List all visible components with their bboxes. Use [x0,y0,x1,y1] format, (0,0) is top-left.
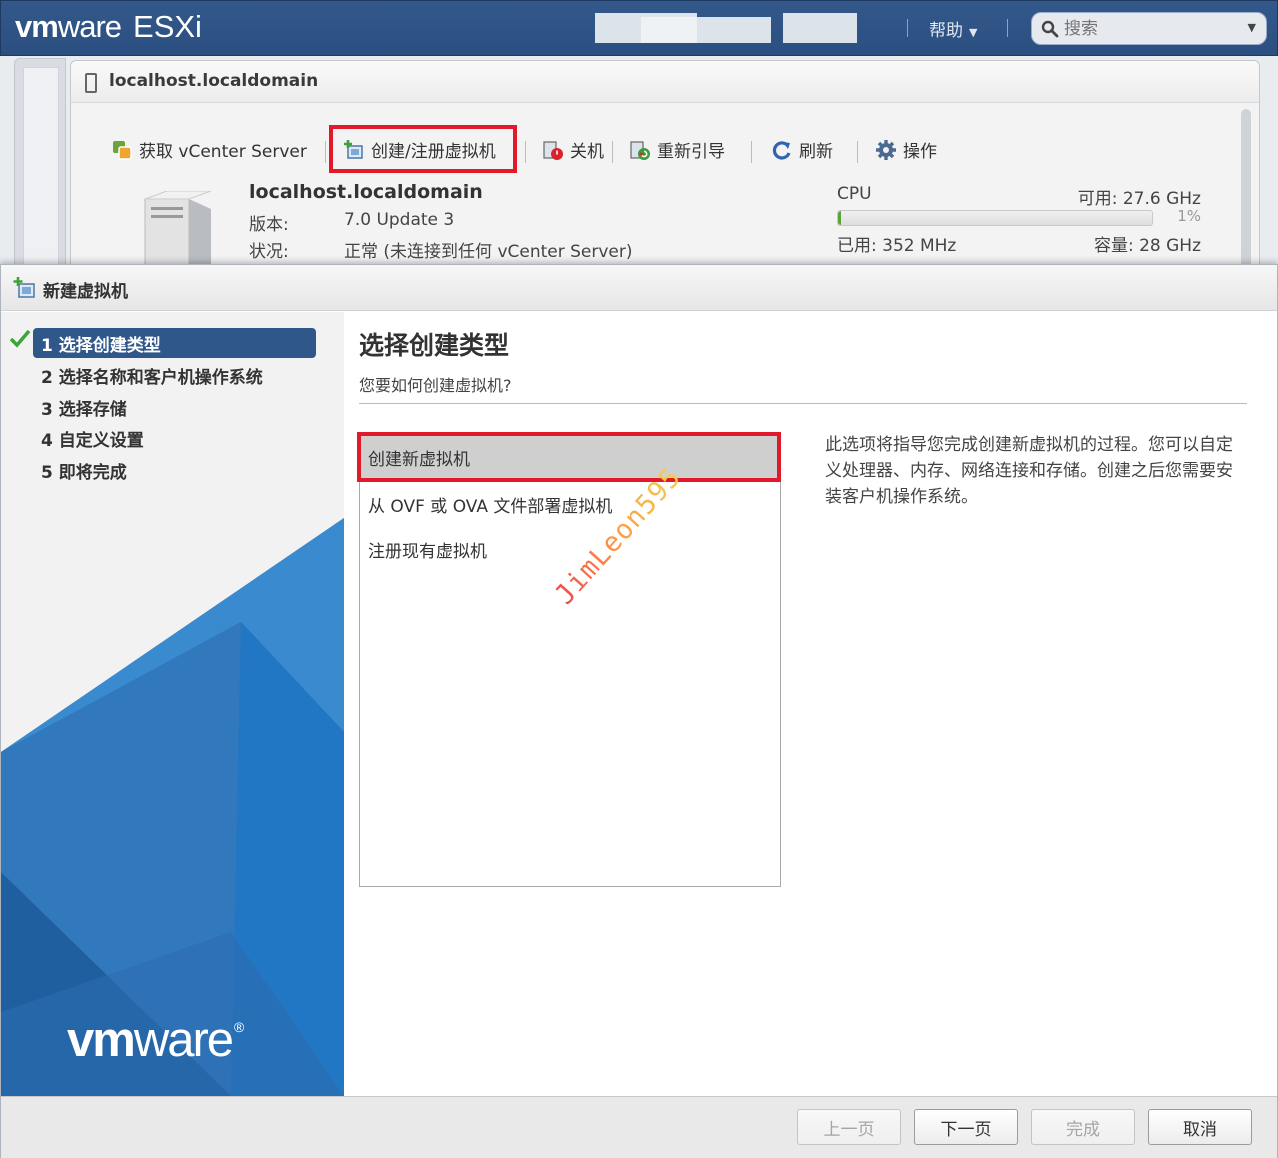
logo-ware-text: ware [57,9,122,44]
step-select-name-os[interactable]: 2 选择名称和客户机操作系统 [41,363,263,388]
logo-vm-text: vm [15,9,59,44]
dialog-footer: 上一页 下一页 完成 取消 [1,1096,1277,1158]
option-deploy-ovf-ova[interactable]: 从 OVF 或 OVA 文件部署虚拟机 [360,481,780,525]
get-vcenter-button[interactable]: 获取 vCenter Server [111,137,307,162]
refresh-icon [772,141,791,160]
top-header: vmware ESXi 帮助 ▼ ▼ [0,0,1278,56]
step-select-creation-type[interactable]: 1 选择创建类型 [33,328,316,358]
help-menu[interactable]: 帮助 ▼ [929,16,977,41]
toolbar-divider [612,141,613,163]
reboot-button[interactable]: 重新引导 [629,137,725,162]
option-description: 此选项将指导您完成创建新虚拟机的过程。您可以自定义处理器、内存、网络连接和存储。… [825,435,1233,507]
chevron-down-icon: ▼ [969,26,978,39]
toolbar-divider [325,141,326,163]
logo-vm-text: vm [67,1013,136,1067]
cpu-label: CPU [837,184,872,204]
toolbar-divider [751,141,752,163]
gear-icon [876,140,896,160]
host-scrollbar[interactable] [1241,109,1251,269]
vmware-esxi-logo: vmware ESXi [15,9,202,45]
cpu-usage-bar [837,210,1153,226]
header-divider [907,19,908,37]
checkmark-icon [9,329,31,348]
cpu-usage-fill [838,211,842,225]
actions-label: 操作 [903,142,937,162]
dialog-title: 新建虚拟机 [43,282,128,302]
search-icon [1041,20,1059,38]
state-value: 正常 (未连接到任何 vCenter Server) [344,242,633,262]
logo-ware-text: ware [133,1013,234,1067]
step-customize-settings[interactable]: 4 自定义设置 [41,426,144,451]
vcenter-label: 获取 vCenter Server [139,142,307,162]
user-info-blurred [783,13,857,43]
shutdown-label: 关机 [570,142,604,162]
version-value: 7.0 Update 3 [344,210,455,230]
host-title: localhost.localdomain [109,71,319,91]
option-register-existing-vm[interactable]: 注册现有虚拟机 [360,526,780,570]
step-ready-to-complete[interactable]: 5 即将完成 [41,458,127,483]
vcenter-icon [113,141,132,160]
help-label: 帮助 [929,21,963,41]
host-toolbar: 获取 vCenter Server 创建/注册虚拟机 关机 重新引导 刷新 操作 [71,125,1259,173]
vmware-logo: vmware ® [67,1012,244,1068]
logo-product-text: ESXi [133,9,202,44]
new-vm-dialog: 新建虚拟机 1 选择创建类型 2 选择名称和客户机操作系统 3 选择存储 4 自… [0,264,1278,1158]
toolbar-divider [857,141,858,163]
cpu-capacity: 容量: 28 GHz [1093,236,1201,256]
actions-button[interactable]: 操作 [875,137,937,162]
host-name: localhost.localdomain [249,181,483,203]
refresh-label: 刷新 [799,142,833,162]
content-subtitle: 您要如何创建虚拟机? [359,376,512,395]
state-label: 状况: [249,242,289,262]
step-select-storage[interactable]: 3 选择存储 [41,395,127,420]
cpu-used: 已用: 352 MHz [837,236,957,256]
divider [359,403,1247,404]
creation-type-list: 创建新虚拟机 从 OVF 或 OVA 文件部署虚拟机 注册现有虚拟机 [359,433,781,887]
highlight-box [329,125,517,173]
chevron-down-icon[interactable]: ▼ [1248,21,1256,34]
version-label: 版本: [249,215,289,235]
shutdown-icon [543,141,563,160]
toolbar-divider [525,141,526,163]
wizard-steps-panel: 1 选择创建类型 2 选择名称和客户机操作系统 3 选择存储 4 自定义设置 5… [1,312,344,1096]
content-title: 选择创建类型 [359,331,510,360]
cancel-button[interactable]: 取消 [1148,1109,1252,1145]
highlight-box [357,432,781,482]
search-box[interactable]: ▼ [1031,12,1267,45]
host-icon [85,73,97,93]
wizard-content: 选择创建类型 您要如何创建虚拟机? 创建新虚拟机 从 OVF 或 OVA 文件部… [344,312,1277,1096]
host-panel: localhost.localdomain 获取 vCenter Server … [70,60,1260,271]
reboot-label: 重新引导 [657,142,725,162]
finish-button[interactable]: 完成 [1031,1109,1135,1145]
navigator-rail [14,58,66,266]
refresh-button[interactable]: 刷新 [771,137,833,162]
server-icon [144,191,212,271]
user-info-blurred [641,17,771,43]
next-button[interactable]: 下一页 [914,1109,1018,1145]
search-input[interactable] [1062,17,1242,41]
host-titlebar: localhost.localdomain [71,61,1259,103]
shutdown-button[interactable]: 关机 [542,137,604,162]
dialog-titlebar: 新建虚拟机 [1,265,1277,311]
cpu-percent: 1% [1177,207,1201,225]
registered-mark: ® [234,1019,245,1035]
back-button[interactable]: 上一页 [797,1109,901,1145]
reboot-icon [630,141,650,160]
header-divider [1007,19,1008,37]
new-vm-icon [13,277,35,298]
cpu-available: 可用: 27.6 GHz [1077,189,1201,209]
